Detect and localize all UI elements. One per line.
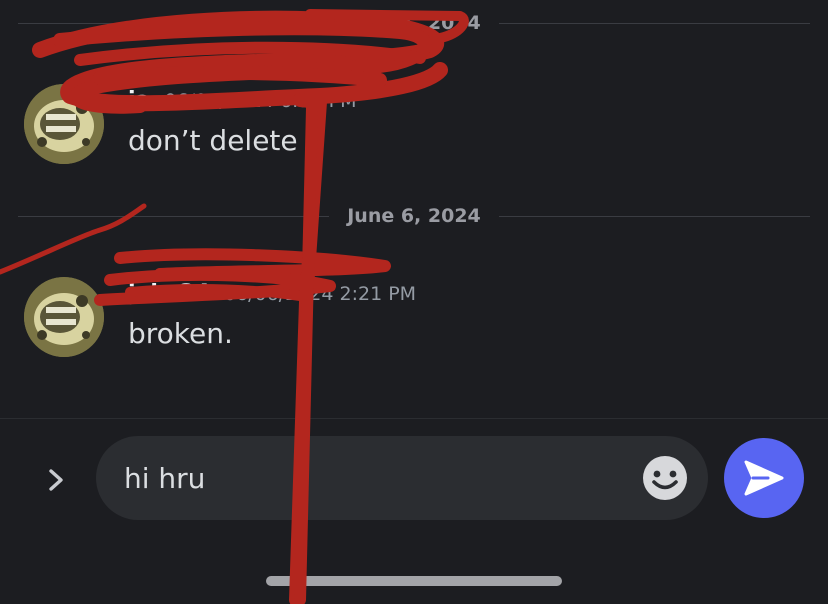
divider-line <box>18 22 330 24</box>
home-indicator[interactable] <box>266 576 562 586</box>
message-header: jake34 06/06/2024 2:21 PM <box>128 281 416 306</box>
send-button[interactable] <box>724 438 804 518</box>
divider-date: June 1, 2024 <box>347 12 481 34</box>
divider-line <box>498 215 810 217</box>
timestamp: 06/01/2024 6:57 PM <box>164 90 357 112</box>
smiley-icon <box>643 456 687 500</box>
message[interactable]: jake34 06/06/2024 2:21 PM broken. <box>24 277 810 361</box>
message-text: broken. <box>128 317 233 350</box>
divider-line <box>18 215 330 217</box>
avatar-image <box>24 84 104 164</box>
emoji-button[interactable] <box>642 455 688 501</box>
message[interactable]: ja 06/01/2024 6:57 PM don’t delete <box>24 84 810 168</box>
dm-screen: June 1, 2024 ja 06/01/2024 6:57 PM don’t… <box>0 0 828 604</box>
username[interactable]: ja <box>128 88 150 113</box>
chevron-right-icon <box>49 469 63 491</box>
date-divider: June 1, 2024 <box>18 11 810 35</box>
expand-actions-button[interactable] <box>36 458 76 502</box>
avatar[interactable] <box>24 277 104 357</box>
send-arrow-icon <box>744 460 784 496</box>
message-input[interactable]: hi hru <box>96 436 708 520</box>
message-header: ja 06/01/2024 6:57 PM <box>128 88 357 113</box>
avatar-image <box>24 277 104 357</box>
divider-date: June 6, 2024 <box>347 205 481 227</box>
timestamp: 06/06/2024 2:21 PM <box>223 283 417 305</box>
username[interactable]: jake34 <box>128 281 210 306</box>
composer-separator <box>0 418 828 419</box>
avatar[interactable] <box>24 84 104 164</box>
divider-line <box>498 22 810 24</box>
message-input-value[interactable]: hi hru <box>124 462 205 495</box>
message-text: don’t delete <box>128 124 298 157</box>
date-divider: June 6, 2024 <box>18 204 810 228</box>
